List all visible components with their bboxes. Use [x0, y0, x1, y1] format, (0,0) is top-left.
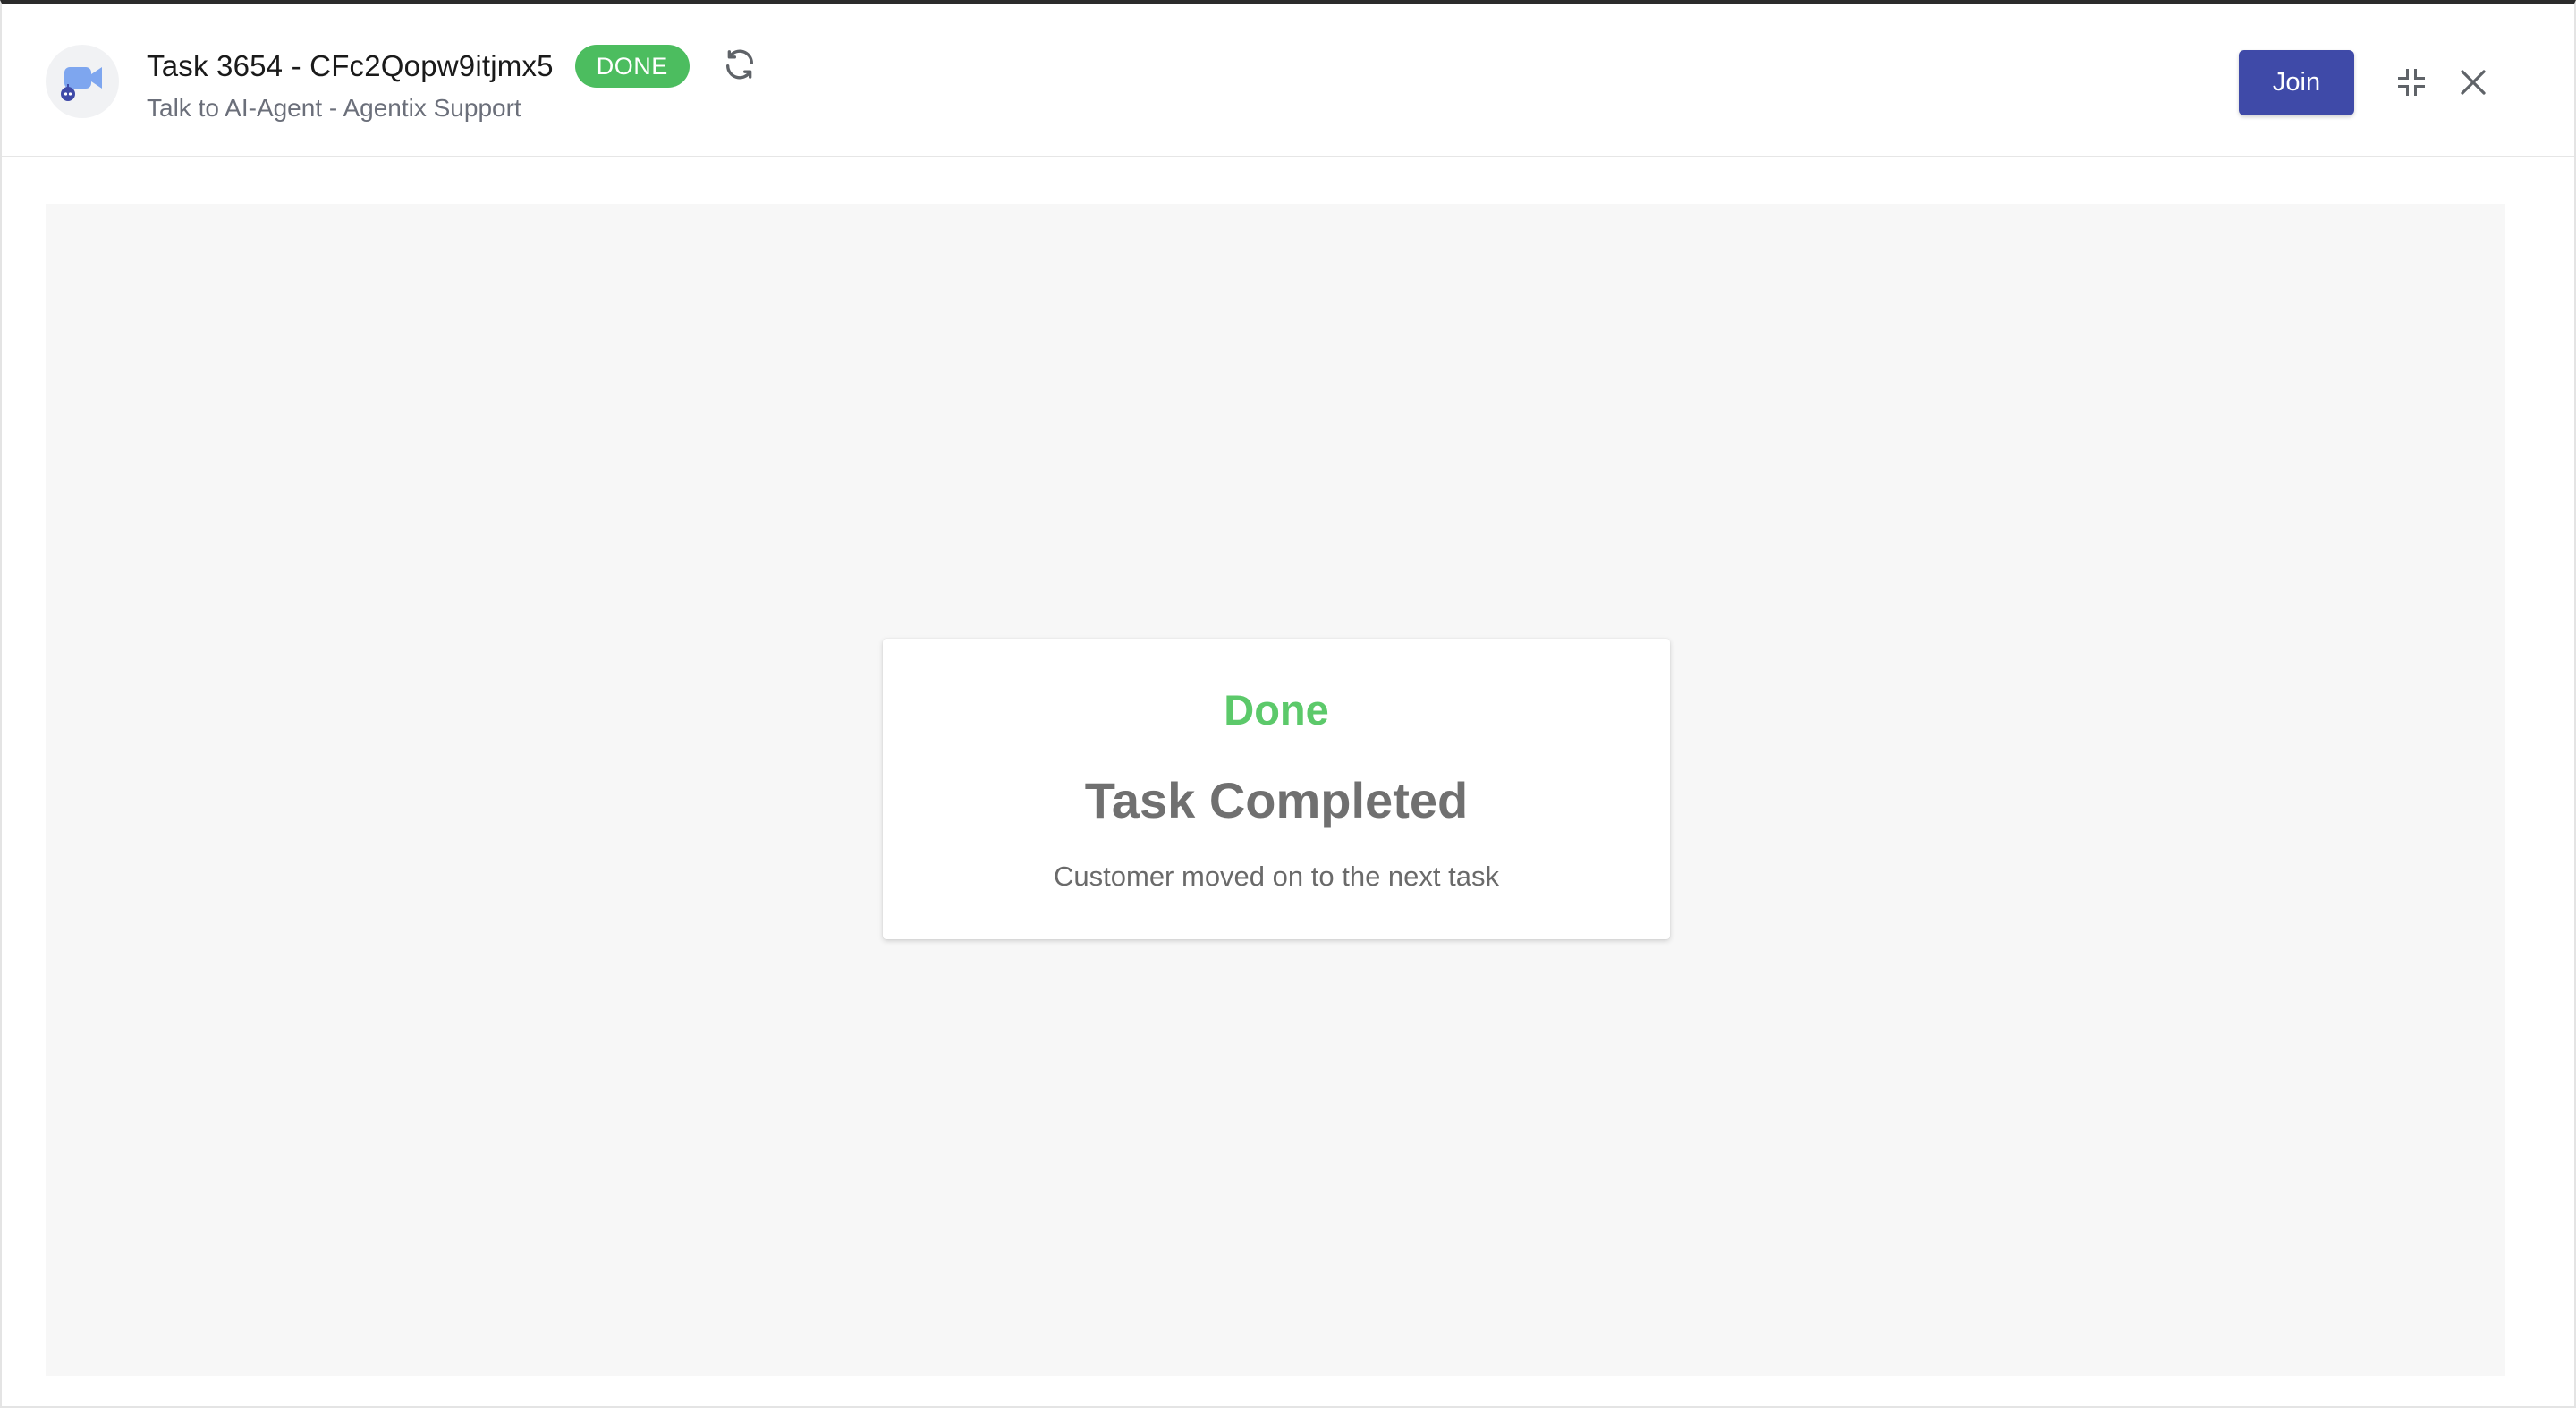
video-agent-icon [57, 55, 107, 109]
collapse-icon [2395, 66, 2428, 103]
dialog-header: Task 3654 - CFc2Qopw9itjmx5 DONE Talk to… [2, 4, 2574, 157]
refresh-button[interactable] [720, 47, 759, 86]
card-status-label: Done [1224, 686, 1329, 734]
task-avatar [46, 45, 119, 118]
status-badge: DONE [574, 45, 690, 88]
task-status-card: Done Task Completed Customer moved on to… [883, 639, 1670, 939]
join-button[interactable]: Join [2239, 50, 2354, 115]
collapse-button[interactable] [2393, 65, 2430, 103]
close-button[interactable] [2454, 65, 2492, 103]
close-icon [2457, 66, 2489, 103]
task-title: Task 3654 - CFc2Qopw9itjmx5 [147, 49, 554, 82]
task-dialog: Task 3654 - CFc2Qopw9itjmx5 DONE Talk to… [0, 0, 2576, 1408]
refresh-icon [722, 47, 758, 87]
card-heading: Task Completed [1084, 772, 1469, 828]
task-subtitle: Talk to AI-Agent - Agentix Support [147, 94, 521, 122]
card-message: Customer moved on to the next task [1054, 861, 1499, 892]
title-row: Task 3654 - CFc2Qopw9itjmx5 DONE [147, 45, 759, 88]
task-content-area: Done Task Completed Customer moved on to… [46, 204, 2505, 1376]
